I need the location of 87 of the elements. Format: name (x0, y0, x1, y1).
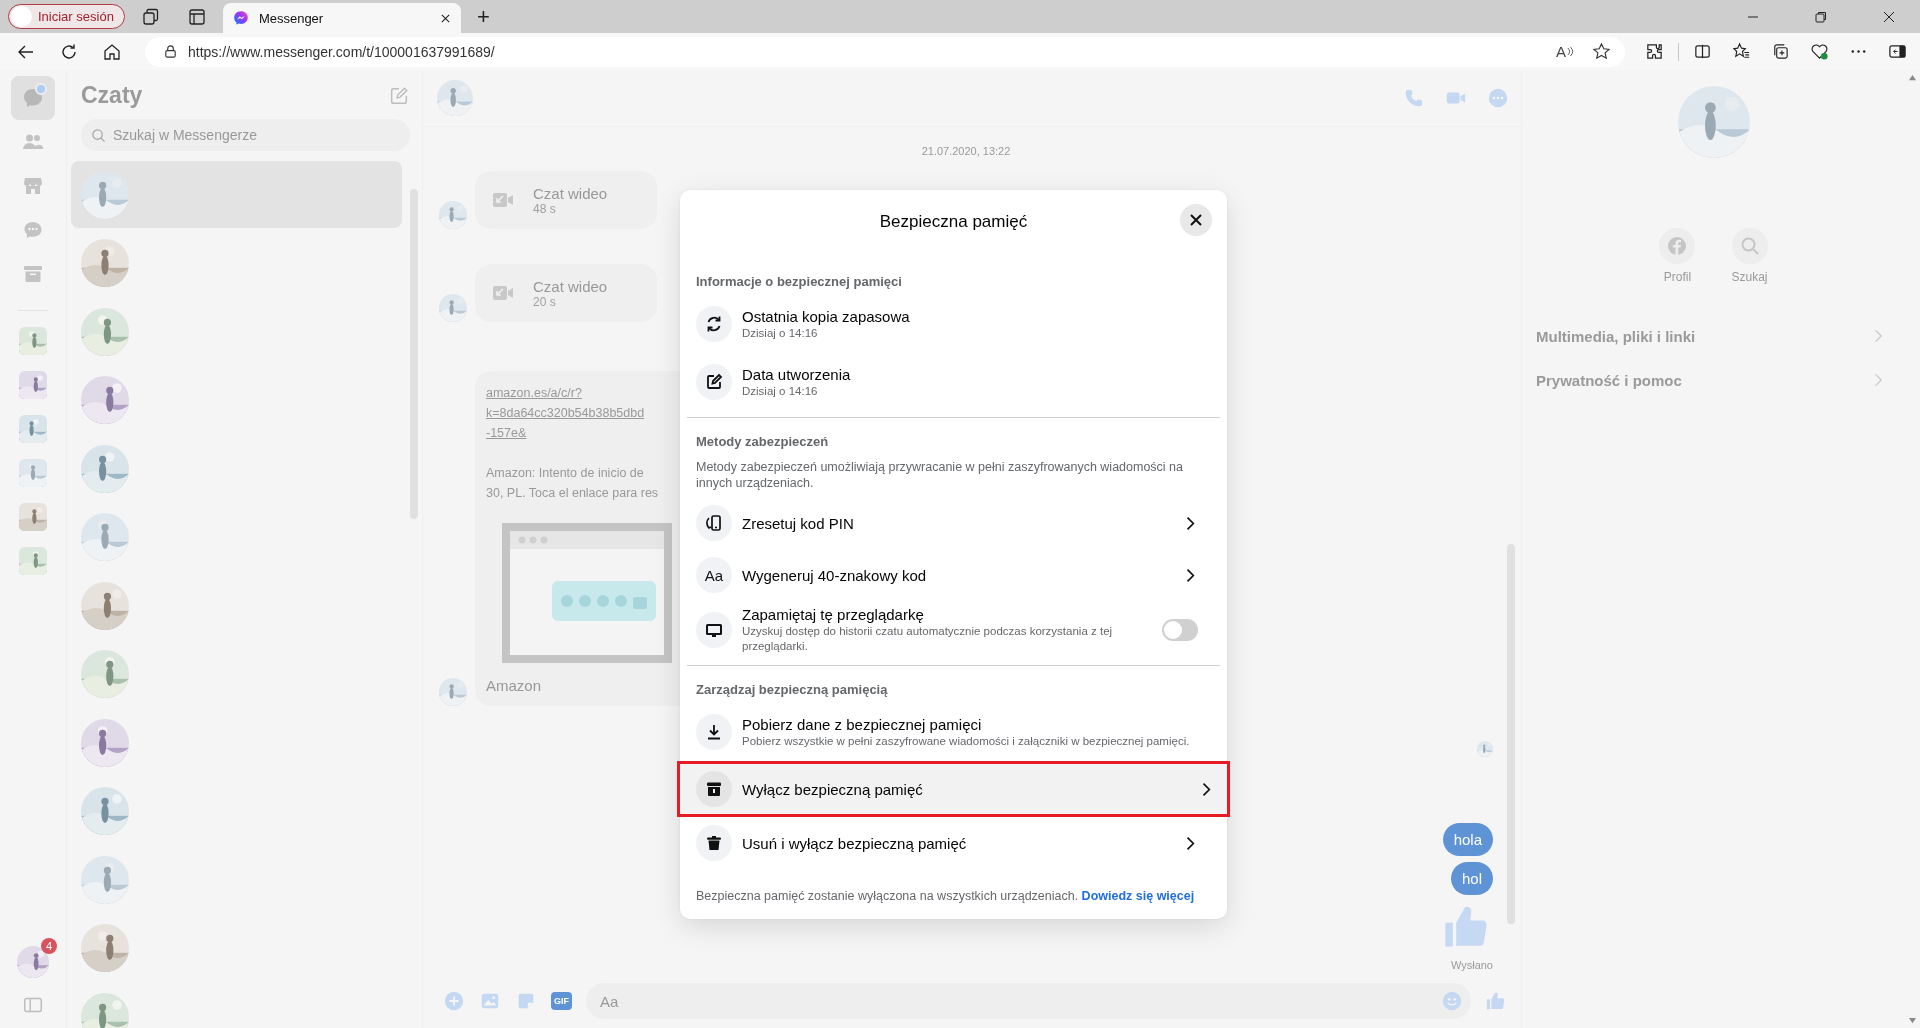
section-description: Metody zabezpieczeń umożliwiają przywracanie w pełni zaszyfrowanych wiadomości na innych urządzeniach. (696, 459, 1185, 491)
chat-item[interactable] (71, 161, 402, 228)
monitor-icon (696, 612, 732, 648)
download-icon (696, 714, 732, 750)
chevron-icon (1201, 780, 1211, 798)
search-icon[interactable] (1731, 228, 1768, 264)
avatar-icon (11, 6, 32, 27)
message-status: Wysłano (1450, 959, 1493, 971)
sent-message: hol (1450, 862, 1493, 895)
action-label: Szukaj (1731, 270, 1768, 284)
nav-item[interactable] (11, 76, 55, 120)
message-sender: Amazon (486, 677, 542, 694)
item-title: Pobierz dane z bezpiecznej pamięci (742, 715, 983, 733)
chevron-icon (1873, 328, 1883, 344)
profile-button[interactable]: Iniciar sesión (8, 4, 125, 29)
lock-icon (163, 44, 178, 59)
message-field[interactable]: Aa (586, 983, 1471, 1019)
footer-note: Bezpieczna pamięć zostanie wyłączona na wszystkich urządzeniach. Dowiedz się więcej (696, 889, 1196, 903)
call-title: Czat wideo (533, 184, 608, 202)
section-heading: Informacje o bezpiecznej pamięci (696, 274, 903, 289)
collections-icon[interactable] (1771, 42, 1790, 61)
scroll-down-icon[interactable] (1908, 1017, 1917, 1024)
chevron-icon (1873, 372, 1883, 388)
item-title: Usuń i wyłącz bezpieczną pamięć (742, 834, 968, 852)
item-subtitle: Dzisiaj o 14:16 (742, 383, 819, 399)
message-text: 30, PL. Toca el enlace para res (486, 485, 659, 502)
trash-icon (696, 825, 732, 861)
dialog-title: Bezpieczna pamięć (879, 212, 1028, 232)
extensions-icon[interactable] (1645, 42, 1664, 61)
url-text: https://www.messenger.com/t/100001637991689/ (188, 43, 495, 60)
close-icon (1189, 213, 1203, 227)
scroll-up-icon[interactable] (1908, 74, 1917, 81)
menu-item[interactable]: Zresetuj kod PIN (693, 497, 1214, 549)
phone-icon[interactable] (1403, 87, 1425, 109)
learn-more-link[interactable]: Dowiedz się więcej (1081, 889, 1195, 903)
message-date: 21.07.2020, 13:22 (921, 145, 1011, 157)
favorites-icon[interactable] (1732, 42, 1751, 61)
item-subtitle: Pobierz wszystkie w pełni zaszyfrowane wiadomości i załączniki w bezpiecznej pamięci. (742, 733, 1191, 749)
phone-reset-icon (696, 505, 732, 541)
search-field[interactable]: Szukaj w Messengerze (81, 119, 410, 151)
chats-heading: Czaty (81, 82, 143, 109)
chat-bubble-icon (21, 86, 45, 110)
text-icon: Aa (696, 557, 732, 593)
address-bar[interactable]: https://www.messenger.com/t/100001637991689/ A (145, 36, 1625, 67)
browser-essentials-icon[interactable] (1810, 42, 1829, 61)
chevron-icon (1185, 566, 1195, 584)
toggle-switch[interactable] (1162, 619, 1198, 641)
thumbs-up-icon[interactable] (1485, 990, 1507, 1012)
tab-title: Messenger (258, 10, 325, 26)
archive-icon (696, 771, 732, 807)
item-subtitle: Uzyskuj dostęp do historii czatu automatycznie podczas korzystania z tej przeglądarki. (742, 624, 1114, 654)
sent-message: hola (1442, 823, 1493, 856)
action-label: Profil (1663, 270, 1692, 284)
item-title: Zresetuj kod PIN (742, 514, 855, 532)
message-text: Amazon: Intento de inicio de (486, 465, 644, 482)
item-subtitle: Dzisiaj o 14:16 (742, 325, 819, 341)
chevron-icon (1185, 834, 1195, 852)
sidebar-icon[interactable] (1888, 42, 1907, 61)
messenger-logo-icon (232, 10, 249, 26)
item-title: Data utworzenia (742, 365, 852, 383)
call-duration: 48 s (533, 201, 557, 216)
new-tab-button[interactable]: + (466, 3, 500, 30)
item-title: Zapamiętaj tę przeglądarkę (742, 606, 925, 623)
plus-icon[interactable] (443, 990, 465, 1012)
item-title: Wyłącz bezpieczną pamięć (742, 780, 924, 798)
sync-icon (696, 306, 732, 342)
close-tab-icon[interactable] (439, 12, 451, 24)
item-title: Wygeneruj 40-znakowy kod (742, 566, 928, 584)
menu-item[interactable]: Usuń i wyłącz bezpieczną pamięć (693, 817, 1214, 869)
search-icon (91, 128, 106, 143)
menu-item[interactable]: Aa Wygeneruj 40-znakowy kod (693, 549, 1214, 601)
section-heading: Zarządzaj bezpieczną pamięcią (696, 682, 889, 697)
item-title: Ostatnia kopia zapasowa (742, 307, 911, 325)
notification-badge: 4 (41, 938, 57, 954)
split-screen-icon[interactable] (1693, 42, 1712, 61)
section-heading: Metody zabezpieczeń (696, 434, 830, 449)
menu-item[interactable]: Wyłącz bezpieczną pamięć (677, 761, 1230, 817)
call-title: Czat wideo (533, 277, 608, 295)
facebook-icon[interactable] (1659, 228, 1696, 264)
browser-tab[interactable]: Messenger (222, 3, 461, 33)
chevron-icon (1185, 514, 1195, 532)
call-duration: 20 s (533, 294, 557, 309)
close-button[interactable] (1180, 204, 1212, 236)
emoji-icon[interactable] (1441, 990, 1463, 1012)
star-icon[interactable] (1592, 42, 1611, 61)
edit-icon (696, 364, 732, 400)
compose-icon[interactable] (388, 84, 410, 107)
